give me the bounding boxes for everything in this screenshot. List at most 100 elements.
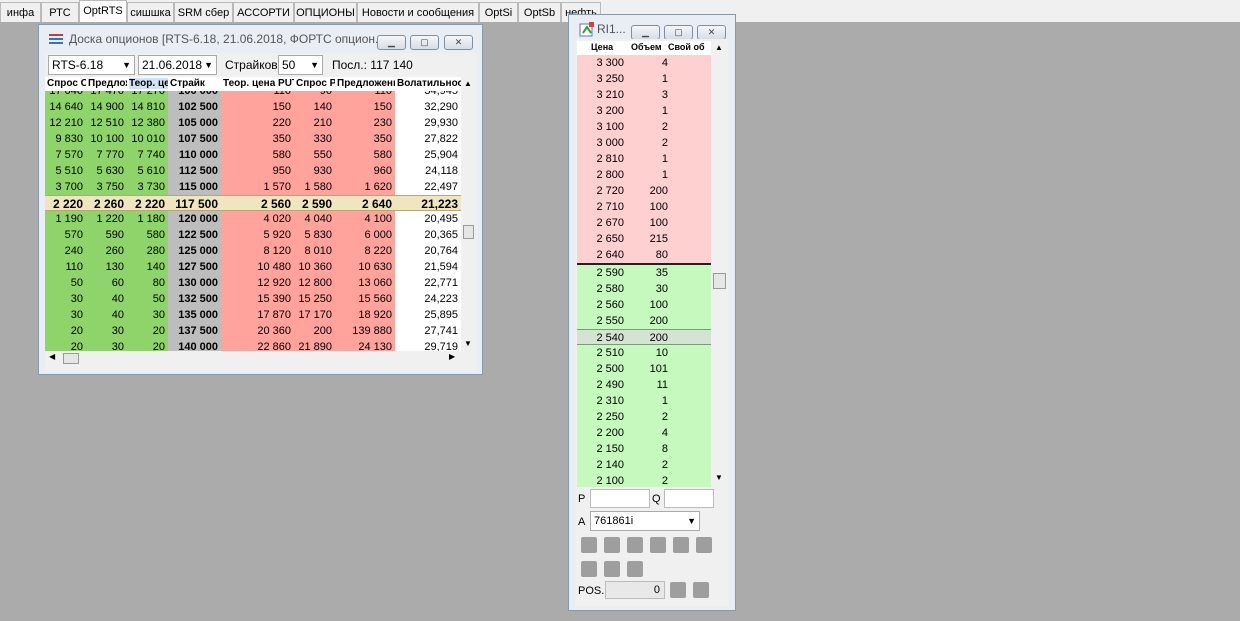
bid-row[interactable]: 2 200 4: [577, 425, 711, 441]
cell[interactable]: 25,895: [395, 307, 461, 323]
cell[interactable]: 280: [127, 243, 168, 259]
own-volume-cell[interactable]: [671, 71, 711, 87]
cell[interactable]: 220: [221, 115, 294, 131]
column-header[interactable]: Свой об: [668, 42, 711, 52]
central-strike-row[interactable]: 2 220 2 260 2 220 117 500 2 560 2 590 2 640 21,…: [45, 195, 461, 211]
strikes-count-select[interactable]: 50 ▼: [278, 55, 323, 75]
tab-0[interactable]: инфа: [0, 2, 41, 22]
cell[interactable]: 580: [221, 147, 294, 163]
cell[interactable]: 14 900: [86, 99, 127, 115]
cell[interactable]: 22,497: [395, 179, 461, 195]
volume-cell[interactable]: 3: [627, 87, 671, 103]
cell[interactable]: 122 500: [168, 227, 221, 243]
volume-cell[interactable]: 100: [627, 215, 671, 231]
cell[interactable]: 3 700: [45, 179, 86, 195]
cell[interactable]: 12 380: [127, 115, 168, 131]
instrument-select[interactable]: RTS-6.18 ▼: [48, 55, 135, 75]
close-button[interactable]: ✕: [697, 25, 726, 40]
ask-row[interactable]: 2 670 100: [577, 215, 711, 231]
price-cell[interactable]: 2 590: [577, 265, 627, 281]
tab-3[interactable]: сишшка: [127, 2, 174, 22]
price-cell[interactable]: 2 490: [577, 377, 627, 393]
cell[interactable]: 5 920: [221, 227, 294, 243]
sell-market-button[interactable]: [604, 537, 620, 553]
cell[interactable]: 550: [294, 147, 335, 163]
volume-cell[interactable]: 200: [627, 313, 671, 329]
ask-row[interactable]: 3 250 1: [577, 71, 711, 87]
cell[interactable]: 127 500: [168, 259, 221, 275]
strike-row[interactable]: 5 510 5 630 5 610 112 500 950 930 960 24,118: [45, 163, 461, 179]
cell[interactable]: 3 730: [127, 179, 168, 195]
cell[interactable]: 330: [294, 131, 335, 147]
cell[interactable]: 80: [127, 275, 168, 291]
price-cell[interactable]: 2 500: [577, 361, 627, 377]
own-volume-cell[interactable]: [671, 473, 711, 487]
ask-row[interactable]: 3 000 2: [577, 135, 711, 151]
bid-row[interactable]: 2 550 200: [577, 313, 711, 329]
own-volume-cell[interactable]: [671, 281, 711, 297]
volume-cell[interactable]: 2: [627, 119, 671, 135]
volume-cell[interactable]: 35: [627, 265, 671, 281]
volume-cell[interactable]: 100: [627, 199, 671, 215]
position-action-button[interactable]: [670, 582, 686, 598]
cell[interactable]: 2 560: [221, 195, 294, 211]
quantity-input[interactable]: [664, 489, 714, 508]
cell[interactable]: 7 570: [45, 147, 86, 163]
cell[interactable]: 135 000: [168, 307, 221, 323]
cell[interactable]: 10 100: [86, 131, 127, 147]
tab-5[interactable]: АССОРТИ: [233, 2, 294, 22]
maximize-button[interactable]: ▢: [664, 25, 693, 40]
cell[interactable]: 260: [86, 243, 127, 259]
cell[interactable]: 21,594: [395, 259, 461, 275]
cell[interactable]: 20,495: [395, 211, 461, 227]
cell[interactable]: 570: [45, 227, 86, 243]
tab-9[interactable]: OptSb: [518, 2, 561, 22]
volume-cell[interactable]: 100: [627, 297, 671, 313]
cell[interactable]: 110: [45, 259, 86, 275]
cell[interactable]: 12 920: [221, 275, 294, 291]
cell[interactable]: 110 000: [168, 147, 221, 163]
cell[interactable]: 8 120: [221, 243, 294, 259]
price-cell[interactable]: 2 670: [577, 215, 627, 231]
bid-row[interactable]: 2 590 35: [577, 265, 711, 281]
own-volume-cell[interactable]: [671, 167, 711, 183]
cell[interactable]: 30: [86, 339, 127, 351]
cell[interactable]: 18 920: [335, 307, 395, 323]
cell[interactable]: 60: [86, 275, 127, 291]
cell[interactable]: 29,930: [395, 115, 461, 131]
cell[interactable]: 1 580: [294, 179, 335, 195]
own-volume-cell[interactable]: [671, 265, 711, 281]
column-header[interactable]: Страйк: [170, 78, 221, 89]
volume-cell[interactable]: 1: [627, 151, 671, 167]
volume-cell[interactable]: 200: [627, 183, 671, 199]
price-cell[interactable]: 2 100: [577, 473, 627, 487]
account-select[interactable]: 761861i ▼: [590, 511, 700, 531]
ask-row[interactable]: 3 210 3: [577, 87, 711, 103]
own-volume-cell[interactable]: [671, 199, 711, 215]
options-board-titlebar[interactable]: Доска опционов [RTS-6.18, 21.06.2018, ФО…: [39, 25, 482, 53]
bid-row[interactable]: 2 310 1: [577, 393, 711, 409]
close-button[interactable]: ✕: [444, 35, 473, 50]
own-volume-cell[interactable]: [671, 297, 711, 313]
cell[interactable]: 12 800: [294, 275, 335, 291]
cell[interactable]: 20,764: [395, 243, 461, 259]
column-header[interactable]: Цена: [591, 42, 635, 52]
own-volume-cell[interactable]: [671, 345, 711, 361]
price-cell[interactable]: 2 540: [577, 329, 627, 345]
column-header[interactable]: Теор. цена PUT: [223, 78, 294, 89]
cell[interactable]: 30: [45, 307, 86, 323]
volume-cell[interactable]: 215: [627, 231, 671, 247]
ask-row[interactable]: 2 800 1: [577, 167, 711, 183]
volume-cell[interactable]: 200: [627, 329, 671, 345]
volume-cell[interactable]: 1: [627, 393, 671, 409]
cell[interactable]: 12 210: [45, 115, 86, 131]
price-input[interactable]: [590, 489, 650, 508]
bid-row[interactable]: 2 560 100: [577, 297, 711, 313]
cell[interactable]: 350: [221, 131, 294, 147]
cell[interactable]: 20: [45, 323, 86, 339]
price-cell[interactable]: 3 250: [577, 71, 627, 87]
column-header[interactable]: Теор. цен: [129, 78, 168, 89]
cell[interactable]: 107 500: [168, 131, 221, 147]
cancel-bids-button[interactable]: [627, 537, 643, 553]
cell[interactable]: 140: [127, 259, 168, 275]
